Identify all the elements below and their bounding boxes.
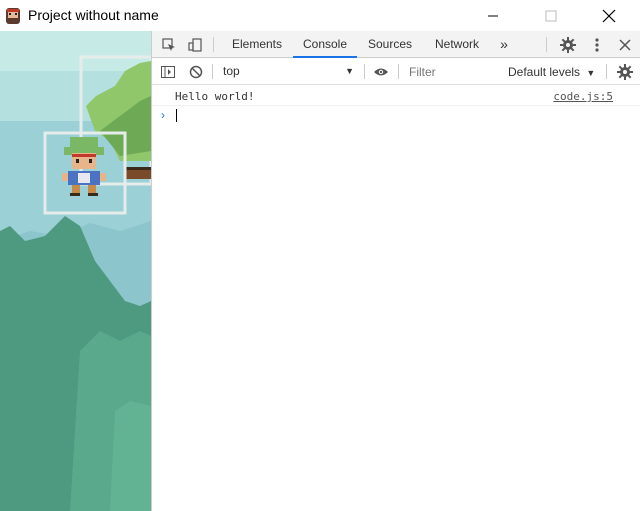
log-source-link[interactable]: code.js:5 bbox=[553, 90, 613, 103]
log-levels-dropdown[interactable]: Default levels ▼ bbox=[508, 59, 595, 85]
toolbar-separator bbox=[398, 64, 399, 79]
more-tabs-button[interactable]: » bbox=[494, 31, 514, 58]
vertical-ellipsis-icon bbox=[595, 37, 599, 52]
toolbar-separator bbox=[606, 64, 607, 79]
settings-button[interactable] bbox=[556, 31, 580, 58]
sidebar-toggle-icon bbox=[161, 66, 175, 78]
log-message: Hello world! bbox=[175, 90, 255, 103]
tab-separator bbox=[213, 37, 214, 52]
text-caret bbox=[176, 109, 177, 122]
inspect-element-button[interactable] bbox=[158, 31, 180, 58]
toolbar-separator bbox=[364, 64, 365, 79]
chevron-down-icon: ▼ bbox=[345, 66, 354, 76]
clear-console-button[interactable] bbox=[186, 59, 206, 85]
prompt-chevron-icon: › bbox=[161, 108, 165, 122]
platform bbox=[126, 169, 151, 179]
game-canvas[interactable] bbox=[0, 31, 151, 511]
game-scene bbox=[0, 31, 151, 511]
window-title: Project without name bbox=[28, 7, 159, 23]
context-value: top bbox=[223, 64, 240, 78]
gear-icon bbox=[560, 36, 576, 53]
device-mode-icon bbox=[188, 37, 202, 52]
maximize-icon bbox=[545, 10, 557, 21]
devtools-tab-bar: Elements Console Sources Network » bbox=[152, 31, 640, 58]
close-devtools-button[interactable] bbox=[613, 31, 637, 58]
devtools-panel: Elements Console Sources Network » top ▼ bbox=[151, 31, 640, 511]
tree-light bbox=[110, 401, 151, 511]
console-log-entry: Hello world! code.js:5 bbox=[152, 87, 640, 106]
console-prompt[interactable]: › bbox=[152, 107, 640, 125]
tab-console[interactable]: Console bbox=[293, 31, 357, 58]
tab-network[interactable]: Network bbox=[426, 31, 488, 58]
maximize-button[interactable] bbox=[528, 0, 574, 31]
tab-sources[interactable]: Sources bbox=[361, 31, 419, 58]
device-toolbar-button[interactable] bbox=[184, 31, 206, 58]
chevron-down-icon: ▼ bbox=[586, 68, 596, 78]
tab-separator bbox=[546, 37, 547, 52]
tab-elements[interactable]: Elements bbox=[224, 31, 290, 58]
live-expression-button[interactable] bbox=[368, 59, 394, 85]
close-icon bbox=[602, 9, 616, 22]
console-settings-button[interactable] bbox=[613, 59, 637, 85]
close-button[interactable] bbox=[586, 0, 632, 31]
customize-menu-button[interactable] bbox=[586, 31, 608, 58]
minimize-icon bbox=[488, 15, 498, 16]
gear-icon bbox=[617, 64, 633, 80]
log-levels-label: Default levels bbox=[508, 65, 581, 79]
toolbar-separator bbox=[212, 64, 213, 79]
filter-input[interactable] bbox=[404, 62, 499, 81]
console-toolbar: top ▼ Default levels ▼ bbox=[152, 59, 640, 85]
close-icon bbox=[619, 38, 631, 51]
eye-icon bbox=[374, 68, 388, 76]
toggle-sidebar-button[interactable] bbox=[158, 59, 178, 85]
context-selector[interactable]: top ▼ bbox=[218, 61, 358, 82]
minimize-button[interactable] bbox=[470, 0, 516, 31]
window-title-bar: Project without name bbox=[0, 0, 640, 31]
inspect-cursor-icon bbox=[162, 37, 175, 51]
app-icon bbox=[6, 8, 20, 24]
block-icon bbox=[189, 65, 203, 79]
